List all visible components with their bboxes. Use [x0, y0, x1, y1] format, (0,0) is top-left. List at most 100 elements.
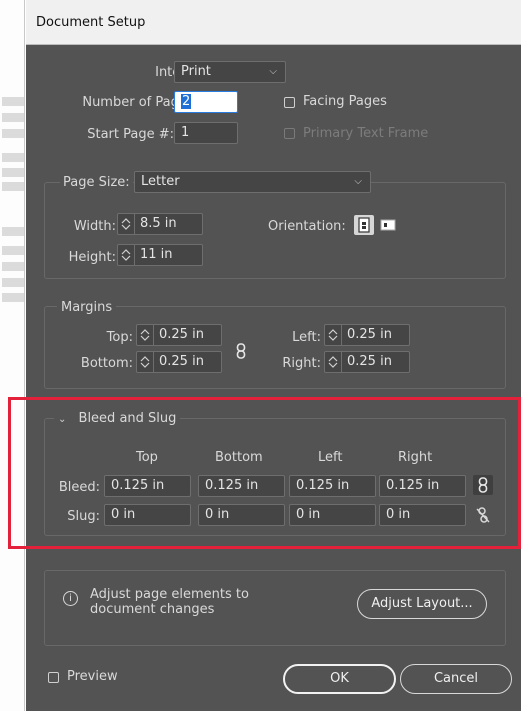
bleed-slug-title: Bleed and Slug	[78, 411, 177, 426]
stepper-arrows-icon[interactable]	[325, 352, 342, 372]
bleed-label: Bleed:	[58, 480, 100, 495]
column-header-right: Right	[398, 450, 433, 465]
background-text	[2, 97, 24, 106]
slug-top-value: 0 in	[111, 507, 136, 522]
bleed-right-input[interactable]: 0.125 in	[379, 475, 466, 497]
margin-top-value: 0.25 in	[159, 327, 204, 342]
bleed-top-input[interactable]: 0.125 in	[104, 475, 191, 497]
landscape-icon	[380, 219, 396, 231]
margin-right-stepper[interactable]: 0.25 in	[324, 351, 410, 373]
intent-select[interactable]: Print ⌵	[174, 61, 286, 83]
background-text	[2, 182, 24, 191]
bleed-bottom-value: 0.125 in	[205, 478, 259, 493]
preview-label: Preview	[67, 669, 118, 684]
slug-left-input[interactable]: 0 in	[289, 504, 376, 526]
background-text	[2, 262, 24, 271]
background-text	[2, 278, 24, 287]
column-header-left: Left	[318, 450, 343, 465]
background-text	[2, 293, 24, 302]
slug-right-input[interactable]: 0 in	[379, 504, 466, 526]
stepper-arrows-icon[interactable]	[118, 214, 135, 234]
stepper-arrows-icon[interactable]	[325, 325, 342, 345]
column-header-bottom: Bottom	[215, 450, 263, 465]
page-size-label: Page Size:	[60, 175, 133, 190]
background-text	[2, 246, 24, 255]
start-page-value: 1	[181, 125, 190, 140]
dialog-title: Document Setup	[36, 15, 146, 30]
slug-bottom-input[interactable]: 0 in	[198, 504, 285, 526]
column-header-top: Top	[136, 450, 158, 465]
cancel-button[interactable]: Cancel	[400, 664, 512, 694]
preview-checkbox[interactable]	[48, 672, 59, 683]
start-page-label: Start Page #:	[87, 127, 174, 142]
bleed-bottom-input[interactable]: 0.125 in	[198, 475, 285, 497]
bleed-top-value: 0.125 in	[111, 478, 165, 493]
chain-link-icon	[236, 343, 246, 359]
margin-top-stepper[interactable]: 0.25 in	[136, 324, 222, 346]
background-text	[2, 153, 24, 162]
slug-left-value: 0 in	[296, 507, 321, 522]
margins-title: Margins	[57, 300, 117, 315]
margin-right-value: 0.25 in	[347, 354, 392, 369]
broken-chain-icon	[476, 507, 490, 523]
background-divider	[24, 0, 25, 711]
facing-pages-label: Facing Pages	[303, 94, 387, 109]
bleed-slug-header[interactable]: ⌄ Bleed and Slug	[54, 411, 181, 426]
page-size-select[interactable]: Letter ⌵	[134, 171, 371, 193]
height-label: Height:	[68, 250, 116, 265]
title-bar: Document Setup	[26, 0, 521, 45]
link-margins-button[interactable]	[231, 341, 251, 361]
background-text	[2, 168, 24, 177]
width-value: 8.5 in	[140, 216, 177, 231]
height-value: 11 in	[140, 247, 173, 262]
margin-bottom-value: 0.25 in	[159, 354, 204, 369]
adjust-message: Adjust page elements to document changes	[90, 587, 249, 617]
slug-right-value: 0 in	[386, 507, 411, 522]
number-of-pages-value: 2	[181, 94, 192, 109]
ok-button[interactable]: OK	[283, 664, 396, 694]
bleed-left-input[interactable]: 0.125 in	[289, 475, 376, 497]
background-text	[2, 129, 24, 138]
stepper-arrows-icon[interactable]	[137, 352, 154, 372]
primary-text-frame-label: Primary Text Frame	[303, 126, 429, 141]
bleed-right-value: 0.125 in	[386, 478, 440, 493]
slug-bottom-value: 0 in	[205, 507, 230, 522]
chevron-down-icon: ⌵	[269, 66, 277, 77]
intent-value: Print	[181, 64, 211, 79]
background-text	[2, 113, 24, 122]
info-icon: i	[63, 591, 78, 606]
unlink-slug-button[interactable]	[473, 505, 493, 525]
orientation-label: Orientation:	[268, 219, 346, 234]
page-size-value: Letter	[141, 174, 180, 189]
width-stepper[interactable]: 8.5 in	[117, 213, 203, 235]
portrait-orientation-button[interactable]	[354, 215, 374, 235]
slug-top-input[interactable]: 0 in	[104, 504, 191, 526]
margin-left-value: 0.25 in	[347, 327, 392, 342]
chevron-down-icon: ⌄	[58, 414, 67, 425]
facing-pages-checkbox[interactable]	[284, 97, 295, 108]
stepper-arrows-icon[interactable]	[118, 245, 135, 265]
margin-top-label: Top:	[106, 330, 133, 345]
slug-label: Slug:	[67, 509, 100, 524]
stepper-arrows-icon[interactable]	[137, 325, 154, 345]
margin-bottom-label: Bottom:	[80, 356, 133, 371]
chain-link-icon	[478, 477, 488, 493]
document-setup-dialog: Document Setup Intent: Print ⌵ Number of…	[26, 0, 521, 711]
margin-right-label: Right:	[282, 356, 321, 371]
width-label: Width:	[73, 219, 116, 234]
margins-group	[44, 306, 506, 389]
margin-left-label: Left:	[292, 330, 321, 345]
background-text	[2, 227, 24, 236]
adjust-layout-button[interactable]: Adjust Layout...	[357, 589, 487, 619]
landscape-orientation-button[interactable]	[378, 215, 398, 235]
link-bleed-button[interactable]	[473, 475, 493, 495]
primary-text-frame-checkbox[interactable]	[284, 128, 295, 139]
portrait-icon	[358, 217, 370, 233]
margin-bottom-stepper[interactable]: 0.25 in	[136, 351, 222, 373]
height-stepper[interactable]: 11 in	[117, 244, 203, 266]
bleed-left-value: 0.125 in	[296, 478, 350, 493]
number-of-pages-input[interactable]: 2	[174, 91, 238, 113]
chevron-down-icon: ⌵	[354, 176, 362, 187]
margin-left-stepper[interactable]: 0.25 in	[324, 324, 410, 346]
start-page-input[interactable]: 1	[174, 122, 238, 144]
